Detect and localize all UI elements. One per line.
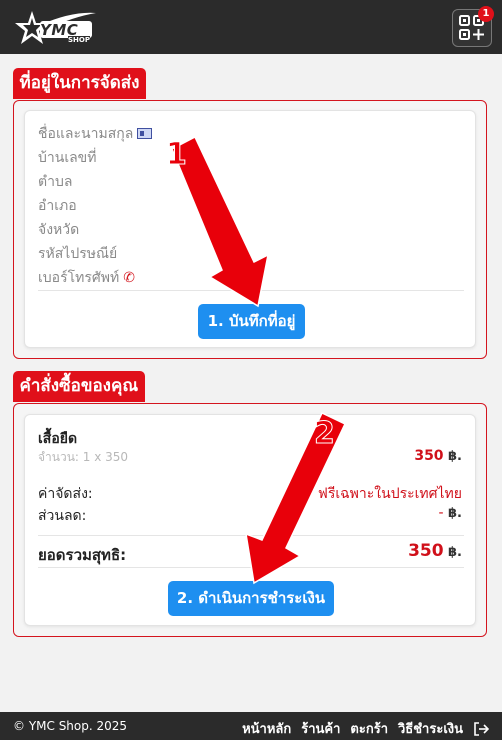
total-label: ยอดรวมสุทธิ:: [38, 546, 127, 564]
field-district[interactable]: อำเภอ: [38, 195, 77, 217]
item-quantity: จำนวน: 1 x 350: [38, 450, 129, 464]
total-currency: ฿.: [448, 545, 462, 560]
address-card: ชื่อและนามสกุล บ้านเลขที่ ตำบล อำเภอ จัง…: [24, 110, 476, 348]
logo-subtext: SHOP: [68, 36, 90, 44]
order-section-title: คำสั่งซื้อของคุณ: [12, 371, 146, 402]
field-postal-code[interactable]: รหัสไปรษณีย์: [38, 243, 117, 265]
logout-icon[interactable]: [473, 721, 489, 736]
order-divider-bottom: [38, 567, 464, 568]
nav-payment-method[interactable]: วิธีชำระเงิน: [398, 718, 463, 739]
qr-notification-badge: 1: [478, 6, 494, 22]
nav-shop[interactable]: ร้านค้า: [301, 718, 340, 739]
address-section: ที่อยู่ในการจัดส่ง ชื่อและนามสกุล บ้านเล…: [12, 68, 487, 359]
item-price-value: 350: [414, 448, 444, 464]
address-divider: [38, 290, 464, 291]
save-address-button[interactable]: 1. บันทึกที่อยู่: [198, 304, 305, 339]
top-bar: YMC SHOP 1: [0, 0, 502, 54]
nav-cart[interactable]: ตะกร้า: [350, 718, 388, 739]
address-section-title: ที่อยู่ในการจัดส่ง: [12, 68, 147, 99]
field-province[interactable]: จังหวัด: [38, 219, 79, 241]
field-house-number[interactable]: บ้านเลขที่: [38, 147, 96, 169]
field-fullname[interactable]: ชื่อและนามสกุล: [38, 123, 153, 145]
item-price-currency: ฿.: [448, 449, 462, 464]
shipping-label: ค่าจัดส่ง:: [38, 486, 93, 502]
discount-label: ส่วนลด:: [38, 508, 87, 524]
id-card-icon: [137, 128, 153, 139]
order-section: คำสั่งซื้อของคุณ เสื้อยืด จำนวน: 1 x 350…: [12, 371, 487, 637]
total-value: 350 ฿.: [408, 541, 462, 561]
copyright-text: © YMC Shop. 2025: [13, 719, 128, 733]
order-card: เสื้อยืด จำนวน: 1 x 350 350 ฿. ค่าจัดส่ง…: [24, 414, 476, 626]
field-fullname-label: ชื่อและนามสกุล: [38, 126, 134, 142]
footer-nav: หน้าหลัก ร้านค้า ตะกร้า วิธีชำระเงิน: [242, 718, 489, 739]
field-phone[interactable]: เบอร์โทรศัพท์ ✆: [38, 267, 135, 289]
footer: © YMC Shop. 2025 หน้าหลัก ร้านค้า ตะกร้า…: [0, 712, 502, 740]
nav-home[interactable]: หน้าหลัก: [242, 718, 291, 739]
field-phone-label: เบอร์โทรศัพท์: [38, 270, 120, 286]
checkout-button[interactable]: 2. ดำเนินการชำระเงิน: [168, 581, 334, 616]
total-amount: 350: [408, 541, 444, 561]
order-divider-top: [38, 535, 464, 536]
item-name: เสื้อยืด: [38, 431, 78, 447]
phone-icon: ✆: [123, 270, 135, 286]
field-subdistrict[interactable]: ตำบล: [38, 171, 72, 193]
discount-amount: -: [438, 505, 444, 521]
discount-value: - ฿.: [439, 505, 463, 521]
discount-currency: ฿.: [448, 506, 462, 521]
shipping-value: ฟรีเฉพาะในประเทศไทย: [317, 486, 462, 502]
item-price: 350 ฿.: [414, 448, 462, 464]
